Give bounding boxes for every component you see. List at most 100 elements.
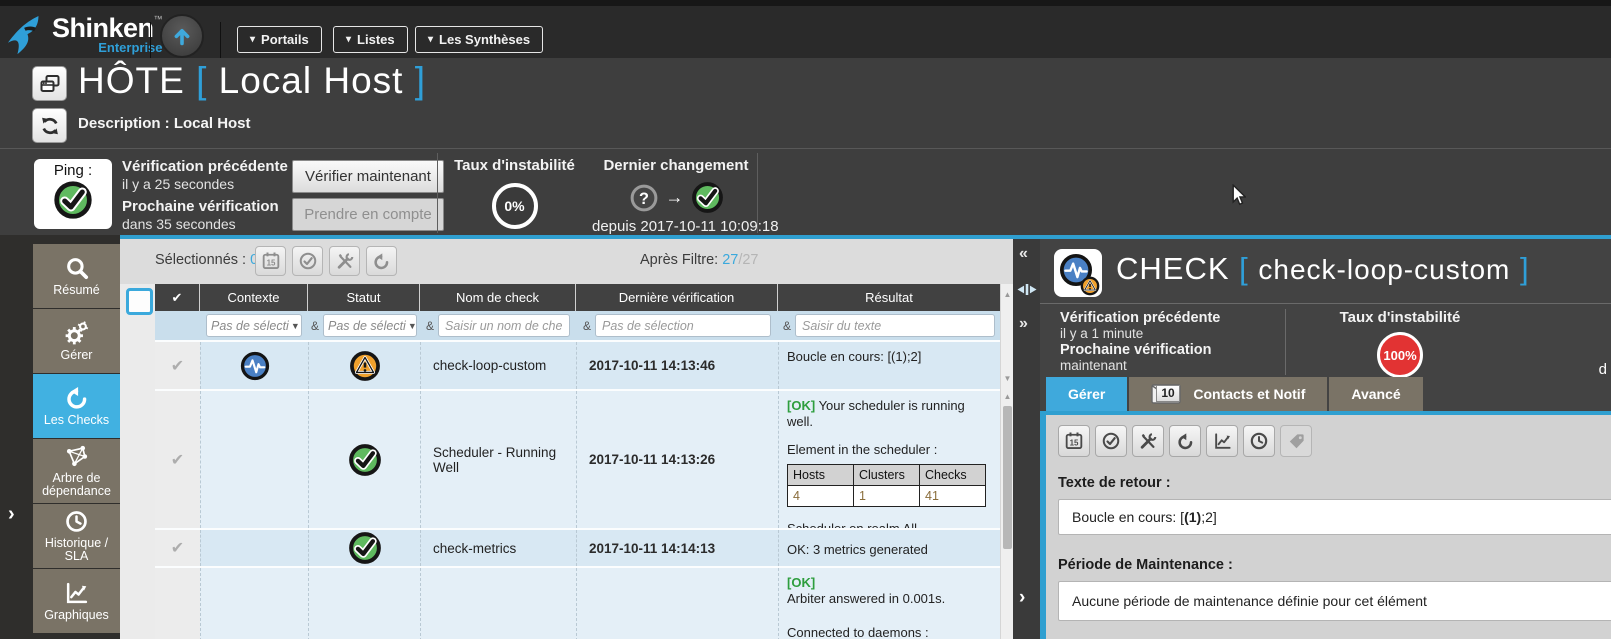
table-row[interactable]: ✔ check-metrics 2017-10-11 14:14:13 OK: … (155, 528, 1000, 566)
sidebar-expander[interactable]: › (8, 503, 15, 526)
sched-val-hosts: 4 (788, 486, 854, 507)
column-header-derniere[interactable]: Dernière vérification (576, 284, 778, 311)
table-toolbar: Sélectionnés : 0 Après Filtre: 27/27 (120, 239, 1013, 284)
filter-statut-select[interactable]: Pas de sélecti▼ (323, 314, 417, 337)
tab-avance[interactable]: Avancé (1329, 377, 1422, 411)
column-header-resultat[interactable]: Résultat (778, 284, 1000, 311)
add-column-button[interactable] (126, 288, 153, 315)
fix-button[interactable] (1132, 425, 1164, 457)
panel-collapse-control[interactable]: « (1019, 245, 1028, 263)
check-now-button[interactable]: Vérifier maintenant (292, 160, 444, 193)
check-icon: ✔ (172, 290, 183, 306)
scheduler-elements-table: Hosts Clusters Checks 4 1 41 (787, 464, 986, 507)
acknowledge-button[interactable] (1095, 425, 1127, 457)
shinken-logo[interactable]: Shinken™ Enterprise (6, 14, 163, 60)
menu-syntheses-label: Les Synthèses (439, 32, 530, 47)
bracket-close: ] (1520, 251, 1530, 286)
check-name: check-loop-custom (420, 342, 576, 389)
column-header-contexte[interactable]: Contexte (200, 284, 308, 311)
checks-table: ✔ Contexte Statut Nom de check Dernière … (155, 284, 1000, 639)
fix-selection-button[interactable] (329, 246, 360, 276)
tab-gerer[interactable]: Gérer (1046, 377, 1127, 411)
page-title-type: HÔTE (78, 60, 185, 101)
tools-icon (335, 251, 355, 271)
check-name: check-metrics (420, 530, 576, 566)
row-check-icon: ✔ (171, 356, 184, 376)
next-check-label: Prochaine vérification (1060, 342, 1220, 358)
up-arrow-icon (170, 24, 194, 48)
filter-date-input[interactable] (595, 314, 771, 337)
ok-state-icon (691, 181, 724, 214)
schedule-downtime-button[interactable] (1058, 425, 1090, 457)
check-circle-icon (1101, 431, 1121, 451)
sidebar-item-label: Résumé (53, 284, 100, 297)
output-field[interactable]: Boucle en cours: [(1);2] (1058, 499, 1611, 535)
next-check-value: maintenant (1060, 358, 1220, 374)
select-caret-icon: ▼ (408, 321, 417, 331)
menu-portails[interactable]: ▾ Portails (237, 26, 322, 53)
refresh-icon (39, 115, 61, 137)
column-header-nom[interactable]: Nom de check (420, 284, 576, 311)
table-row[interactable]: [OK] Arbiter answered in 0.001s. Connect… (155, 566, 1000, 639)
select-all-header[interactable]: ✔ (155, 284, 200, 311)
panel-resize-handle[interactable] (1016, 283, 1038, 296)
menu-listes[interactable]: ▾ Listes (333, 26, 408, 53)
scroll-up-icon[interactable]: ▲ (1002, 392, 1013, 401)
scroll-down-icon[interactable]: ▼ (1002, 374, 1013, 383)
check-detail-panel: CHECK [ check-loop-custom ] Vérification… (1040, 239, 1611, 639)
sidebar-item-arbre[interactable]: Arbre de dépendance (33, 439, 120, 503)
topbar-separator (150, 22, 151, 60)
tag-button[interactable] (1280, 425, 1312, 457)
last-change-label: Dernier changement (592, 157, 760, 175)
column-header-statut[interactable]: Statut (308, 284, 420, 311)
bookmark-tag-icon (1287, 432, 1306, 451)
panel-expand-control[interactable]: » (1019, 315, 1028, 333)
left-rail: › Résumé Gérer Les Checks Arbre de dépen… (0, 235, 120, 639)
scrollbar-thumb[interactable] (1003, 406, 1012, 549)
checks-loop-icon (64, 385, 90, 411)
sidebar-item-resume[interactable]: Résumé (33, 244, 120, 308)
dropdown-caret-icon: ▾ (428, 34, 433, 45)
acknowledge-button[interactable]: Prendre en compte (292, 198, 444, 231)
tab-contacts[interactable]: 10 Contacts et Notif (1129, 377, 1327, 411)
notifications-badge: 10 (1156, 385, 1179, 402)
graph-button[interactable] (1206, 425, 1238, 457)
maintenance-label: Période de Maintenance : (1058, 557, 1611, 573)
scroll-top-button[interactable] (160, 14, 204, 58)
sidebar-item-gerer[interactable]: Gérer (33, 309, 120, 373)
table-scrollbar[interactable]: ▲ ▼ ▲ (1000, 284, 1013, 639)
recheck-button[interactable] (1169, 425, 1201, 457)
sidebar-item-graphiques[interactable]: Graphiques (33, 569, 120, 633)
panel-expander[interactable]: › (1019, 587, 1025, 609)
menu-syntheses[interactable]: ▾ Les Synthèses (415, 26, 543, 53)
row-check-icon: ✔ (171, 450, 184, 470)
table-row[interactable]: ✔ Scheduler - Running Well 2017-10-11 14… (155, 389, 1000, 528)
check-result: OK: 3 metrics generated (787, 542, 928, 558)
refresh-button[interactable] (32, 108, 67, 143)
acknowledge-selection-button[interactable] (292, 246, 323, 276)
filter-result-input[interactable] (795, 314, 995, 337)
brand-trademark: ™ (154, 14, 163, 24)
filter-name-input[interactable] (438, 314, 570, 337)
recheck-selection-button[interactable] (366, 246, 397, 276)
filter-contexte-select[interactable]: Pas de sélecti▼ (206, 314, 302, 337)
flapping-label: Taux d'instabilité (1290, 309, 1510, 327)
ping-status-box: Ping : (34, 159, 112, 229)
header-divider (1285, 309, 1286, 375)
maintenance-field[interactable]: Aucune période de maintenance définie po… (1058, 581, 1611, 621)
filter-and: & (583, 319, 591, 333)
check-context-icon (240, 351, 270, 381)
panel-title: CHECK [ check-loop-custom ] (1116, 251, 1530, 287)
selected-label: Sélectionnés : (155, 252, 246, 268)
scroll-up-icon[interactable]: ▲ (1002, 290, 1013, 299)
host-type-button[interactable] (32, 66, 67, 101)
schedule-downtime-button[interactable] (255, 246, 286, 276)
flapping-value-badge: 0% (492, 183, 538, 229)
prev-check-value: il y a 1 minute (1060, 326, 1220, 342)
result-text: Connected to daemons : (787, 625, 929, 639)
sidebar-item-les-checks[interactable]: Les Checks (33, 374, 120, 438)
check-actions-toolbar (1058, 425, 1611, 457)
table-row[interactable]: ✔ check-loop-custom 2017-10-11 14:13:46 … (155, 340, 1000, 389)
history-button[interactable] (1243, 425, 1275, 457)
sidebar-item-historique[interactable]: Historique / SLA (33, 504, 120, 568)
